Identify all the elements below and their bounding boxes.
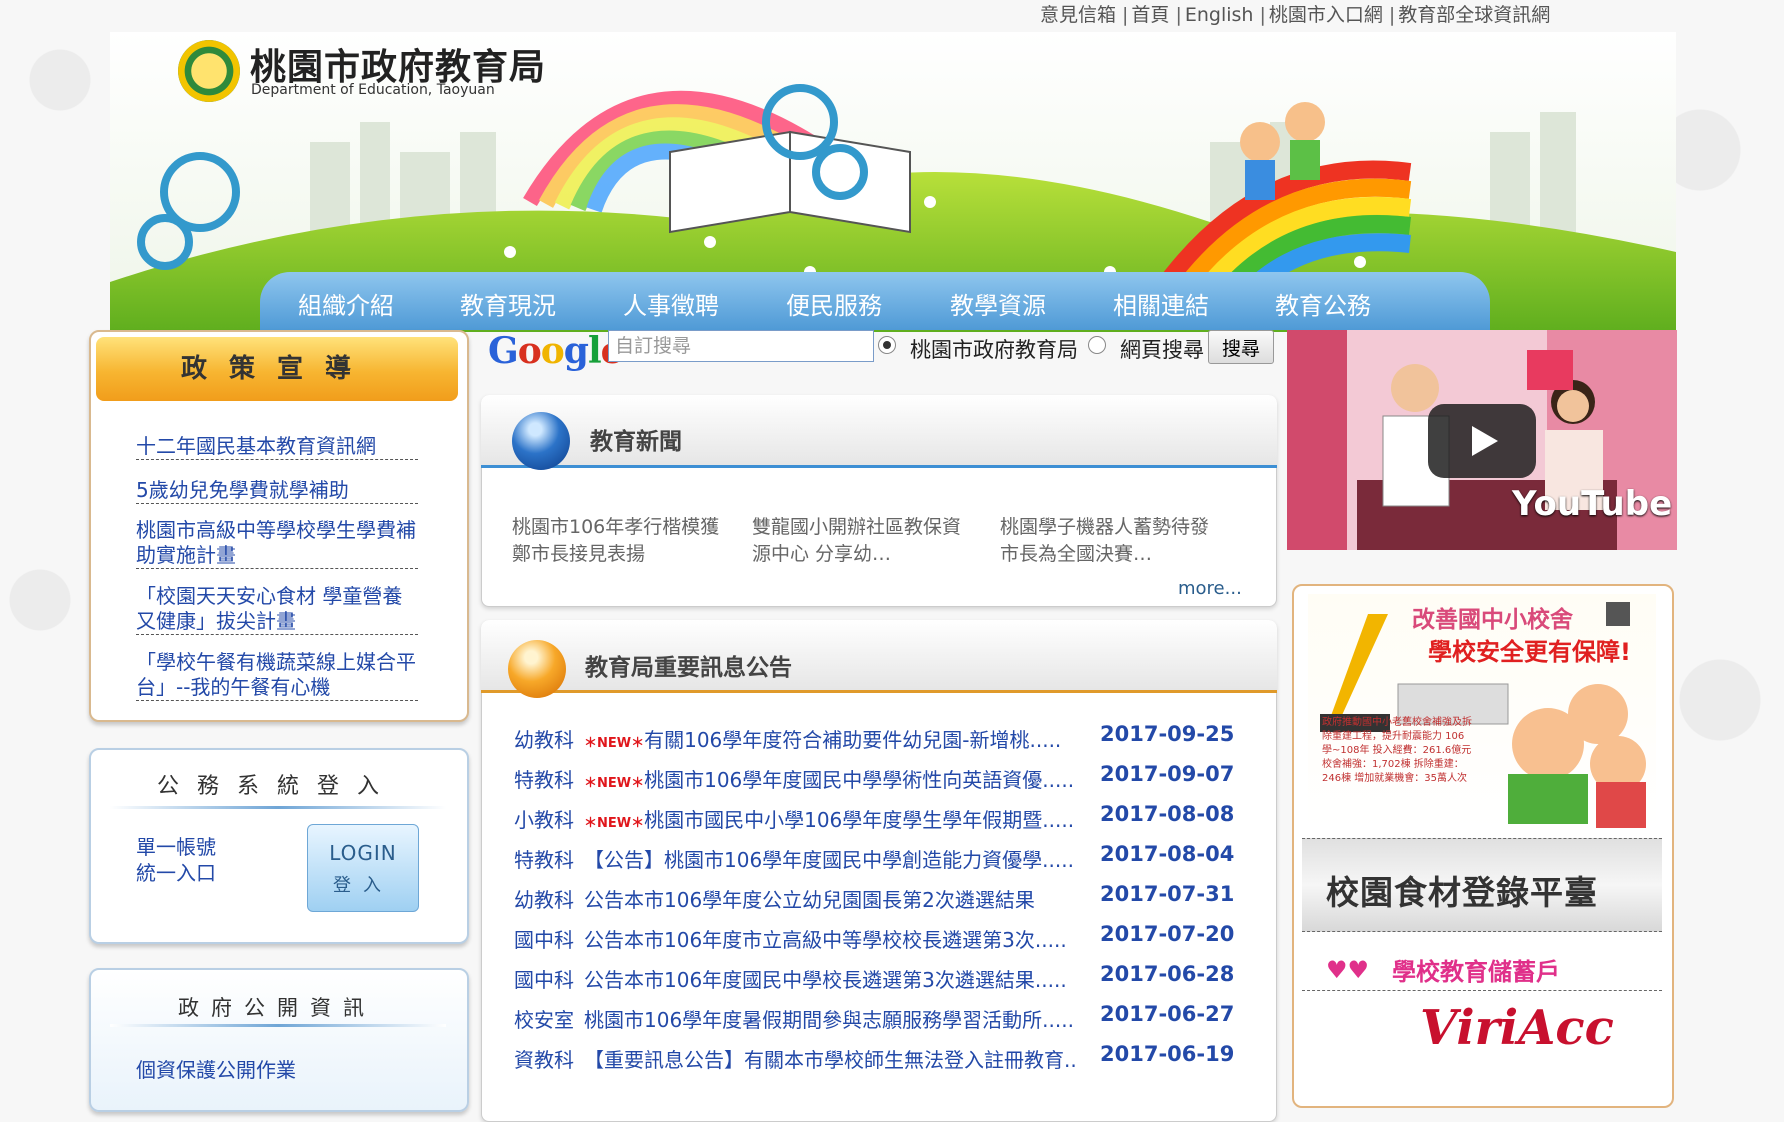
ad-savings-account-link[interactable]: 學校教育儲蓄戶 — [1392, 952, 1560, 987]
site-subtitle: Department of Education, Taoyuan — [251, 82, 495, 98]
news-title: 教育新聞 — [590, 429, 682, 455]
announcement-dept: 幼教科 — [514, 728, 574, 752]
announcement-dept: 國中科 — [514, 928, 574, 952]
toplink-moe[interactable]: 教育部全球資訊網 — [1398, 4, 1550, 26]
divider — [1302, 990, 1662, 991]
education-bureau-logo[interactable] — [178, 40, 240, 102]
announcement-date: 2017-06-19 — [1100, 1042, 1235, 1066]
announcement-date: 2017-06-28 — [1100, 962, 1235, 986]
gov-info-title: 政府公開資訊 — [178, 996, 376, 1020]
ad-bottom-logo[interactable]: ViriAcc — [1420, 1000, 1614, 1056]
top-links: 意見信箱 | 首頁 | English | 桃園市入口網 | 教育部全球資訊網 — [1040, 4, 1551, 26]
news-item[interactable]: 桃園市106年孝行楷模獲鄭市長接見表揚 — [512, 514, 734, 568]
nav-teaching-resources[interactable]: 教學資源 — [950, 286, 1046, 321]
announcement-row[interactable]: 國中科 公告本市106年度國民中學校長遴選第3次遴選結果..... 2017-06-… — [514, 962, 1236, 993]
announcement-dept: 特教科 — [514, 848, 574, 872]
login-button[interactable]: LOGIN 登入 — [307, 824, 419, 912]
announcement-title: 公告本市106學年度公立幼兒園園長第2次遴選結果 — [584, 888, 1035, 912]
announcement-dept: 國中科 — [514, 968, 574, 992]
news-item[interactable]: 桃園學子機器人蓄勢待發 市長為全國決賽… — [1000, 514, 1222, 568]
youtube-logo: YouTube — [1512, 484, 1673, 524]
announcement-row[interactable]: 幼教科 ＊NEW＊有關106學年度符合補助要件幼兒園-新增桃..... 2017-0… — [514, 722, 1236, 753]
announcement-title: 桃園市106學年度國民中學學術性向英語資優..... — [644, 768, 1075, 792]
announcement-date: 2017-09-25 — [1100, 722, 1235, 746]
announcement-title: 桃園市106學年度暑假期間參與志願服務學習活動所..... — [584, 1008, 1074, 1032]
announcement-dept: 校安室 — [514, 1008, 574, 1032]
announcement-row[interactable]: 特教科 【公告】桃園市106學年度國民中學創造能力資優學..... 2017-08-… — [514, 842, 1236, 873]
announcement-date: 2017-08-04 — [1100, 842, 1235, 866]
toplink-english[interactable]: English — [1185, 4, 1254, 26]
search-input[interactable] — [608, 330, 874, 362]
nav-official-business[interactable]: 教育公務 — [1275, 286, 1371, 321]
ad-school-safety-details: 政府推動國中小老舊校舍補強及拆除重建工程，提升耐震能力 106學~108年 投入… — [1322, 717, 1472, 784]
nav-recruitment[interactable]: 人事徵聘 — [623, 286, 719, 321]
announcement-dept: 資教科 — [514, 1048, 574, 1072]
announcements-title: 教育局重要訊息公告 — [585, 655, 792, 681]
announcement-row[interactable]: 校安室 桃園市106學年度暑假期間參與志願服務學習活動所..... 2017-06-… — [514, 1002, 1236, 1033]
ad-food-platform-label: 校園食材登錄平臺 — [1326, 873, 1598, 912]
search-scope-site-label: 桃園市政府教育局 — [910, 338, 1078, 362]
announcement-title: 公告本市106年度市立高級中等學校校長遴選第3次..... — [584, 928, 1067, 952]
announcement-dept: 幼教科 — [514, 888, 574, 912]
login-panel-title: 公務系統登入 — [156, 774, 397, 799]
announcement-title: 【重要訊息公告】有關本市學校師生無法登入註冊教育.. — [584, 1048, 1077, 1072]
new-badge: ＊NEW＊ — [584, 776, 645, 791]
policy-link-12yr[interactable]: 十二年國民基本教育資訊網 — [136, 434, 418, 460]
news-more-link[interactable]: more... — [1178, 578, 1242, 599]
announcement-dept: 特教科 — [514, 768, 574, 792]
heart-icon: ♥♥ — [1326, 956, 1370, 984]
ad-school-safety-subheadline: 學校安全更有保障! — [1428, 638, 1631, 666]
policy-link-tuition-subsidy[interactable]: 桃園市高級中等學校學生學費補助實施計畫 — [136, 518, 418, 569]
sso-label[interactable]: 單一帳號 統一入口 — [136, 834, 216, 886]
policy-link-lunch[interactable]: 「學校午餐有機蔬菜線上媒合平台」--我的午餐有心機 — [136, 650, 418, 701]
announcement-row[interactable]: 資教科 【重要訊息公告】有關本市學校師生無法登入註冊教育.. 2017-06-19 — [514, 1042, 1236, 1073]
toplink-home[interactable]: 首頁 — [1131, 4, 1169, 26]
search-button[interactable]: 搜尋 — [1208, 330, 1274, 364]
nav-education-status[interactable]: 教育現況 — [460, 286, 556, 321]
gov-info-link-privacy[interactable]: 個資保護公開作業 — [136, 1054, 296, 1083]
nav-public-services[interactable]: 便民服務 — [786, 286, 882, 321]
divider — [110, 806, 446, 809]
orange-orb-icon — [508, 640, 566, 698]
announcement-row[interactable]: 小教科 ＊NEW＊桃園市國民中小學106學年度學生學年假期暨..... 2017-0… — [514, 802, 1236, 833]
globe-icon — [512, 412, 570, 470]
search-scope-site-radio[interactable] — [878, 336, 896, 354]
announcement-row[interactable]: 國中科 公告本市106年度市立高級中等學校校長遴選第3次..... 2017-07-… — [514, 922, 1236, 953]
announcement-date: 2017-06-27 — [1100, 1002, 1235, 1026]
announcement-date: 2017-07-31 — [1100, 882, 1235, 906]
policy-panel-title: 政策宣導 — [96, 337, 458, 401]
announcement-date: 2017-08-08 — [1100, 802, 1235, 826]
announcement-dept: 小教科 — [514, 808, 574, 832]
ad-school-safety-headline: 改善國中小校舍 — [1412, 607, 1573, 633]
policy-link-food[interactable]: 「校園天天安心食材 學童營養又健康」拔尖計畫 — [136, 584, 418, 635]
google-logo: Google — [488, 330, 624, 372]
toplink-city-portal[interactable]: 桃園市入口網 — [1269, 4, 1383, 26]
announcement-row[interactable]: 特教科 ＊NEW＊桃園市106學年度國民中學學術性向英語資優..... 2017-0… — [514, 762, 1236, 793]
announcement-title: 有關106學年度符合補助要件幼兒園-新增桃..... — [644, 728, 1062, 752]
nav-related-links[interactable]: 相關連結 — [1113, 286, 1209, 321]
announcement-date: 2017-07-20 — [1100, 922, 1235, 946]
announcement-title: 桃園市國民中小學106學年度學生學年假期暨..... — [644, 808, 1075, 832]
announcement-row[interactable]: 幼教科 公告本市106學年度公立幼兒園園長第2次遴選結果 2017-07-31 — [514, 882, 1236, 913]
nav-organization[interactable]: 組織介紹 — [298, 286, 394, 321]
search-scope-web-label: 網頁搜尋 — [1120, 338, 1204, 362]
search-scope-web-radio[interactable] — [1088, 336, 1106, 354]
new-badge: ＊NEW＊ — [584, 736, 645, 751]
main-nav: 組織介紹 教育現況 人事徵聘 便民服務 教學資源 相關連結 教育公務 — [260, 272, 1490, 330]
divider — [110, 1024, 446, 1027]
gov-info-panel — [89, 968, 469, 1112]
announcement-date: 2017-09-07 — [1100, 762, 1235, 786]
news-item[interactable]: 雙龍國小開辦社區教保資源中心 分享幼… — [752, 514, 974, 568]
toplink-feedback[interactable]: 意見信箱 — [1040, 4, 1116, 26]
new-badge: ＊NEW＊ — [584, 816, 645, 831]
play-icon[interactable] — [1428, 404, 1536, 478]
policy-link-free-preschool[interactable]: 5歲幼兒免學費就學補助 — [136, 478, 418, 504]
announcement-title: 公告本市106年度國民中學校長遴選第3次遴選結果..... — [584, 968, 1067, 992]
announcement-title: 【公告】桃園市106學年度國民中學創造能力資優學..... — [584, 848, 1074, 872]
